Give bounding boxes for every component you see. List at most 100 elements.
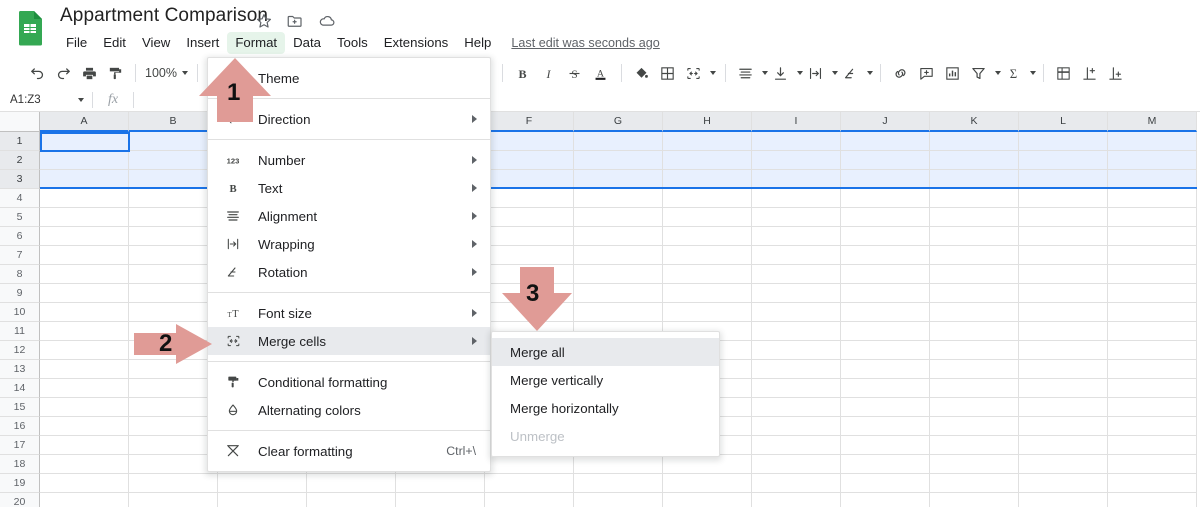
- last-edit-status[interactable]: Last edit was seconds ago: [511, 36, 659, 50]
- cell-K15[interactable]: [930, 398, 1019, 417]
- menu-item-help[interactable]: Help: [456, 32, 499, 54]
- cell-B2[interactable]: [129, 151, 218, 170]
- column-header-f[interactable]: F: [485, 112, 574, 132]
- cell-H19[interactable]: [663, 474, 752, 493]
- cell-I2[interactable]: [752, 151, 841, 170]
- cell-G8[interactable]: [574, 265, 663, 284]
- cell-B20[interactable]: [129, 493, 218, 507]
- print-icon[interactable]: [76, 60, 102, 86]
- cell-M2[interactable]: [1108, 151, 1197, 170]
- row-header-6[interactable]: 6: [0, 227, 40, 246]
- fill-color-icon[interactable]: [629, 60, 655, 86]
- cell-I13[interactable]: [752, 360, 841, 379]
- cell-L12[interactable]: [1019, 341, 1108, 360]
- cell-J7[interactable]: [841, 246, 930, 265]
- menu-item-view[interactable]: View: [134, 32, 178, 54]
- column-header-a[interactable]: A: [40, 112, 129, 132]
- menu-item-tools[interactable]: Tools: [329, 32, 376, 54]
- redo-icon[interactable]: [50, 60, 76, 86]
- insert-row-icon[interactable]: [1103, 60, 1129, 86]
- row-header-7[interactable]: 7: [0, 246, 40, 265]
- cell-J18[interactable]: [841, 455, 930, 474]
- cell-B17[interactable]: [129, 436, 218, 455]
- cell-B8[interactable]: [129, 265, 218, 284]
- cell-I16[interactable]: [752, 417, 841, 436]
- cell-I10[interactable]: [752, 303, 841, 322]
- insert-comment-icon[interactable]: [914, 60, 940, 86]
- cell-F18[interactable]: [485, 455, 574, 474]
- cell-I11[interactable]: [752, 322, 841, 341]
- cell-A5[interactable]: [40, 208, 129, 227]
- cell-I18[interactable]: [752, 455, 841, 474]
- cell-K14[interactable]: [930, 379, 1019, 398]
- cell-B4[interactable]: [129, 189, 218, 208]
- cell-H5[interactable]: [663, 208, 752, 227]
- column-header-k[interactable]: K: [930, 112, 1019, 132]
- column-header-j[interactable]: J: [841, 112, 930, 132]
- row-header-17[interactable]: 17: [0, 436, 40, 455]
- cell-L19[interactable]: [1019, 474, 1108, 493]
- cell-L15[interactable]: [1019, 398, 1108, 417]
- menu-item-file[interactable]: File: [58, 32, 95, 54]
- cell-B12[interactable]: [129, 341, 218, 360]
- cell-H7[interactable]: [663, 246, 752, 265]
- cell-K20[interactable]: [930, 493, 1019, 507]
- column-header-l[interactable]: L: [1019, 112, 1108, 132]
- cell-I14[interactable]: [752, 379, 841, 398]
- cell-L6[interactable]: [1019, 227, 1108, 246]
- cell-H3[interactable]: [663, 170, 752, 189]
- insert-link-icon[interactable]: [888, 60, 914, 86]
- text-color-icon[interactable]: A: [588, 60, 614, 86]
- freeze-icon[interactable]: [1051, 60, 1077, 86]
- cell-H1[interactable]: [663, 132, 752, 151]
- cell-K9[interactable]: [930, 284, 1019, 303]
- cell-J20[interactable]: [841, 493, 930, 507]
- cell-A10[interactable]: [40, 303, 129, 322]
- cell-L10[interactable]: [1019, 303, 1108, 322]
- cell-L7[interactable]: [1019, 246, 1108, 265]
- cell-M12[interactable]: [1108, 341, 1197, 360]
- cell-H4[interactable]: [663, 189, 752, 208]
- cell-K19[interactable]: [930, 474, 1019, 493]
- cell-G9[interactable]: [574, 284, 663, 303]
- horizontal-align-icon[interactable]: [733, 60, 759, 86]
- cell-J15[interactable]: [841, 398, 930, 417]
- drive-cloud-icon[interactable]: [317, 12, 335, 30]
- cell-I6[interactable]: [752, 227, 841, 246]
- cell-A8[interactable]: [40, 265, 129, 284]
- cell-K3[interactable]: [930, 170, 1019, 189]
- merge-cells-icon[interactable]: [681, 60, 707, 86]
- cell-A4[interactable]: [40, 189, 129, 208]
- format-menu-item-theme[interactable]: Theme: [208, 64, 490, 92]
- cell-H2[interactable]: [663, 151, 752, 170]
- cell-C20[interactable]: [218, 493, 307, 507]
- cell-M1[interactable]: [1108, 132, 1197, 151]
- cell-K4[interactable]: [930, 189, 1019, 208]
- cell-L4[interactable]: [1019, 189, 1108, 208]
- cell-K17[interactable]: [930, 436, 1019, 455]
- cell-M5[interactable]: [1108, 208, 1197, 227]
- cell-B7[interactable]: [129, 246, 218, 265]
- cell-G7[interactable]: [574, 246, 663, 265]
- cell-J19[interactable]: [841, 474, 930, 493]
- merge-submenu-item-merge-horizontally[interactable]: Merge horizontally: [492, 394, 719, 422]
- cell-F1[interactable]: [485, 132, 574, 151]
- cell-J6[interactable]: [841, 227, 930, 246]
- column-header-m[interactable]: M: [1108, 112, 1197, 132]
- cell-B14[interactable]: [129, 379, 218, 398]
- cell-I20[interactable]: [752, 493, 841, 507]
- cell-J9[interactable]: [841, 284, 930, 303]
- cell-A18[interactable]: [40, 455, 129, 474]
- row-header-5[interactable]: 5: [0, 208, 40, 227]
- cell-A3[interactable]: [40, 170, 129, 189]
- cell-J14[interactable]: [841, 379, 930, 398]
- cell-G1[interactable]: [574, 132, 663, 151]
- row-header-16[interactable]: 16: [0, 417, 40, 436]
- cell-I4[interactable]: [752, 189, 841, 208]
- cell-M15[interactable]: [1108, 398, 1197, 417]
- cell-G18[interactable]: [574, 455, 663, 474]
- row-header-4[interactable]: 4: [0, 189, 40, 208]
- text-rotation-icon[interactable]: [838, 60, 864, 86]
- cell-F3[interactable]: [485, 170, 574, 189]
- cell-L3[interactable]: [1019, 170, 1108, 189]
